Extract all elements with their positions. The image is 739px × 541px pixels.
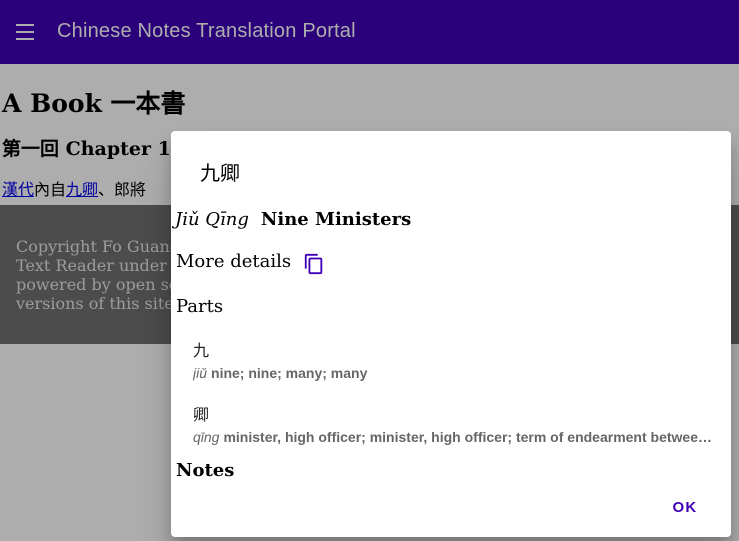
part-item: 九 jiǔ nine; nine; many; many [193, 337, 723, 381]
part-item: 卿 qīng minister, high officer; minister, … [193, 401, 723, 445]
term-english: Nine Ministers [260, 209, 412, 230]
term-dialog: 九卿 Jiǔ Qīng Nine Ministers More details P… [171, 131, 731, 537]
term-gloss: Jiǔ Qīng Nine Ministers [175, 209, 411, 230]
part-definition: qīng minister, high officer; minister, hi… [193, 429, 723, 445]
part-character: 卿 [193, 405, 210, 424]
part-english: minister, high officer; minister, high o… [223, 429, 712, 445]
part-pinyin: qīng [193, 429, 220, 445]
part-pinyin: jiǔ [193, 365, 208, 381]
notes-heading: Notes [176, 460, 235, 481]
part-definition: jiǔ nine; nine; many; many [193, 365, 723, 381]
ok-button[interactable]: OK [659, 489, 711, 525]
copy-icon[interactable] [303, 252, 325, 276]
dialog-title: 九卿 [200, 161, 240, 185]
parts-heading: Parts [176, 296, 224, 317]
term-pinyin: Jiǔ Qīng [175, 209, 249, 230]
part-character: 九 [193, 341, 210, 360]
part-english: nine; nine; many; many [211, 365, 368, 381]
more-details-label: More details [176, 251, 292, 272]
